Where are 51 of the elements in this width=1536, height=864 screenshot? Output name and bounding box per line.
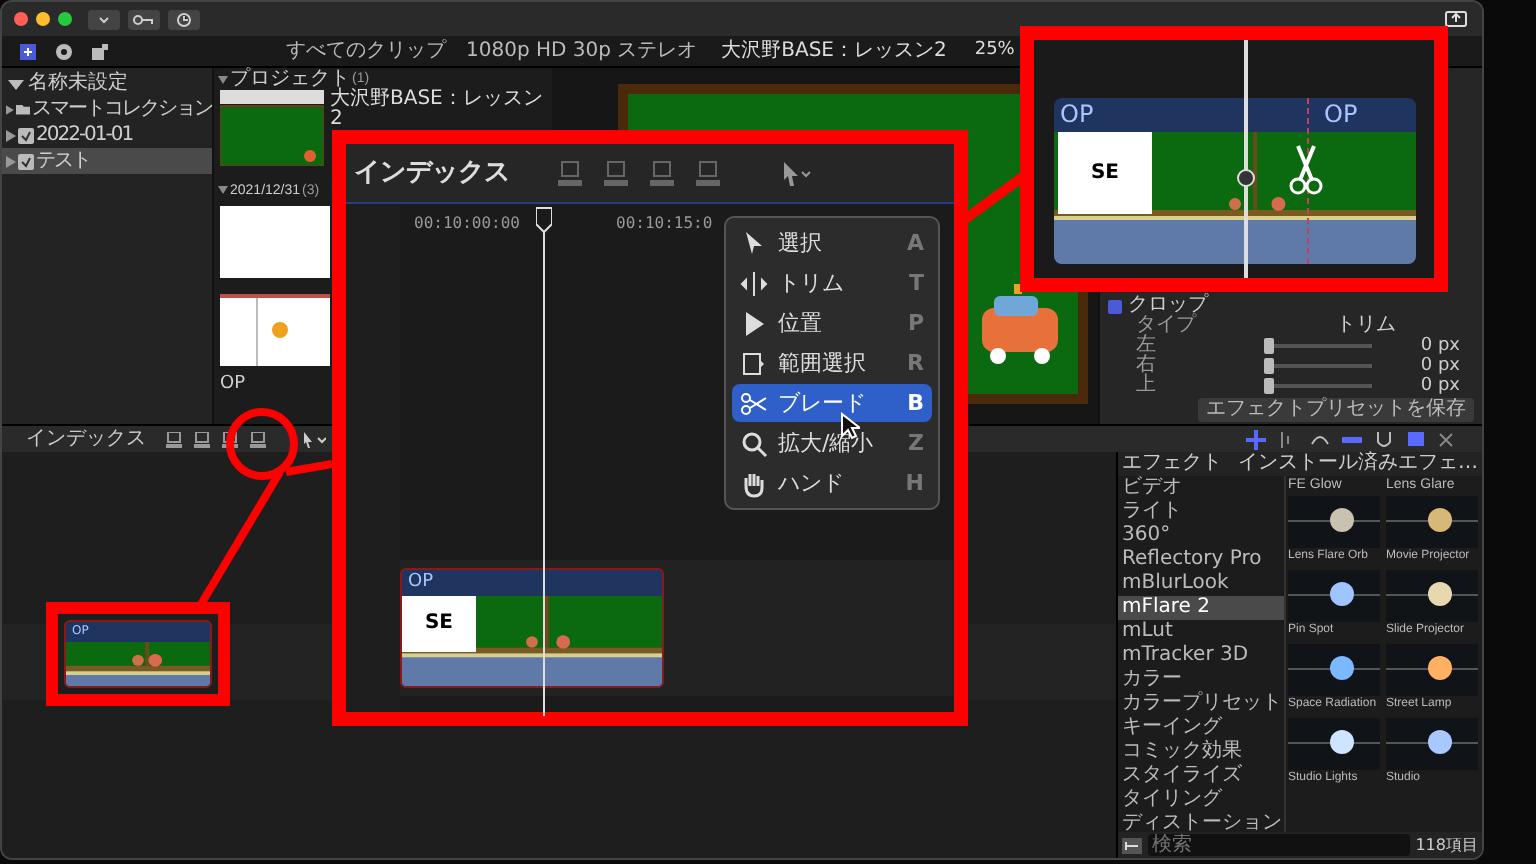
category-item[interactable]: カラープリセット	[1118, 692, 1284, 716]
timecode: 00:10:00:00	[414, 216, 520, 232]
timeline-clip[interactable]: OP SE	[400, 568, 664, 688]
sidebar-item[interactable]: テスト	[2, 148, 212, 174]
clip-title: OP	[1324, 102, 1358, 126]
menu-item[interactable]: 拡大/縮小 Z	[732, 424, 932, 462]
category-item[interactable]: Reflectory Pro	[1118, 548, 1284, 572]
search-field[interactable]: 検索	[1148, 834, 1410, 856]
project-name[interactable]: 大沢野BASE：レッスン2	[330, 90, 546, 130]
index-button[interactable]: インデックス	[354, 160, 510, 186]
menu-item[interactable]: ハンド H	[732, 464, 932, 502]
param-label: 右	[1136, 356, 1158, 376]
param-value[interactable]: 0 px	[1380, 337, 1460, 355]
project-title: 大沢野BASE：レッスン2	[721, 41, 947, 61]
section-title: クロップ	[1128, 296, 1208, 316]
category-item[interactable]: mBlurLook	[1118, 572, 1284, 596]
sidebar-item[interactable]: 2022-01-01	[2, 122, 212, 148]
timeline-clip[interactable]: OP OP SE	[1054, 98, 1416, 264]
category-item[interactable]: ディストーション	[1118, 812, 1284, 832]
panel-title: エフェクト	[1122, 454, 1222, 474]
category-item[interactable]: ビデオ	[1118, 476, 1284, 500]
category-item[interactable]: キーイング	[1118, 716, 1284, 740]
item-count: 118項目	[1415, 837, 1478, 853]
clip-name[interactable]: OP	[220, 376, 246, 394]
category-item[interactable]: mTracker 3D	[1118, 644, 1284, 668]
category-item[interactable]: ライト	[1118, 500, 1284, 524]
category-item[interactable]: スタイライズ	[1118, 764, 1284, 788]
category-popup[interactable]: インストール済みエフェ…	[1238, 454, 1478, 474]
category-item[interactable]: カラー	[1118, 668, 1284, 692]
category-item[interactable]: mFlare 2	[1118, 596, 1284, 620]
clip-text: SE	[1090, 163, 1120, 183]
zoom-level[interactable]: 25%	[974, 42, 1015, 60]
param-value[interactable]: 0 px	[1380, 377, 1460, 395]
save-preset-button[interactable]: エフェクトプリセットを保存	[1198, 398, 1474, 422]
section-title: プロジェクト	[230, 69, 350, 89]
clip-text: SE	[424, 613, 453, 634]
index-button[interactable]: インデックス	[26, 429, 146, 449]
clip-title: OP	[406, 570, 436, 596]
clips-filter[interactable]: すべてのクリップ	[286, 41, 446, 61]
category-item[interactable]: mLut	[1118, 620, 1284, 644]
library-name[interactable]: 名称未設定	[28, 74, 128, 94]
category-item[interactable]: コミック効果	[1118, 740, 1284, 764]
sidebar-item[interactable]: スマートコレクション	[2, 96, 212, 122]
category-item[interactable]: タイリング	[1118, 788, 1284, 812]
category-item[interactable]: 360°	[1118, 524, 1284, 548]
type-popup[interactable]: トリム	[1336, 316, 1396, 336]
param-label: 左	[1136, 336, 1158, 356]
param-value[interactable]: 0 px	[1380, 357, 1460, 375]
param-label: 上	[1136, 376, 1158, 396]
param-label: タイプ	[1136, 316, 1199, 336]
format-label: 1080p HD 30p ステレオ	[466, 41, 698, 61]
